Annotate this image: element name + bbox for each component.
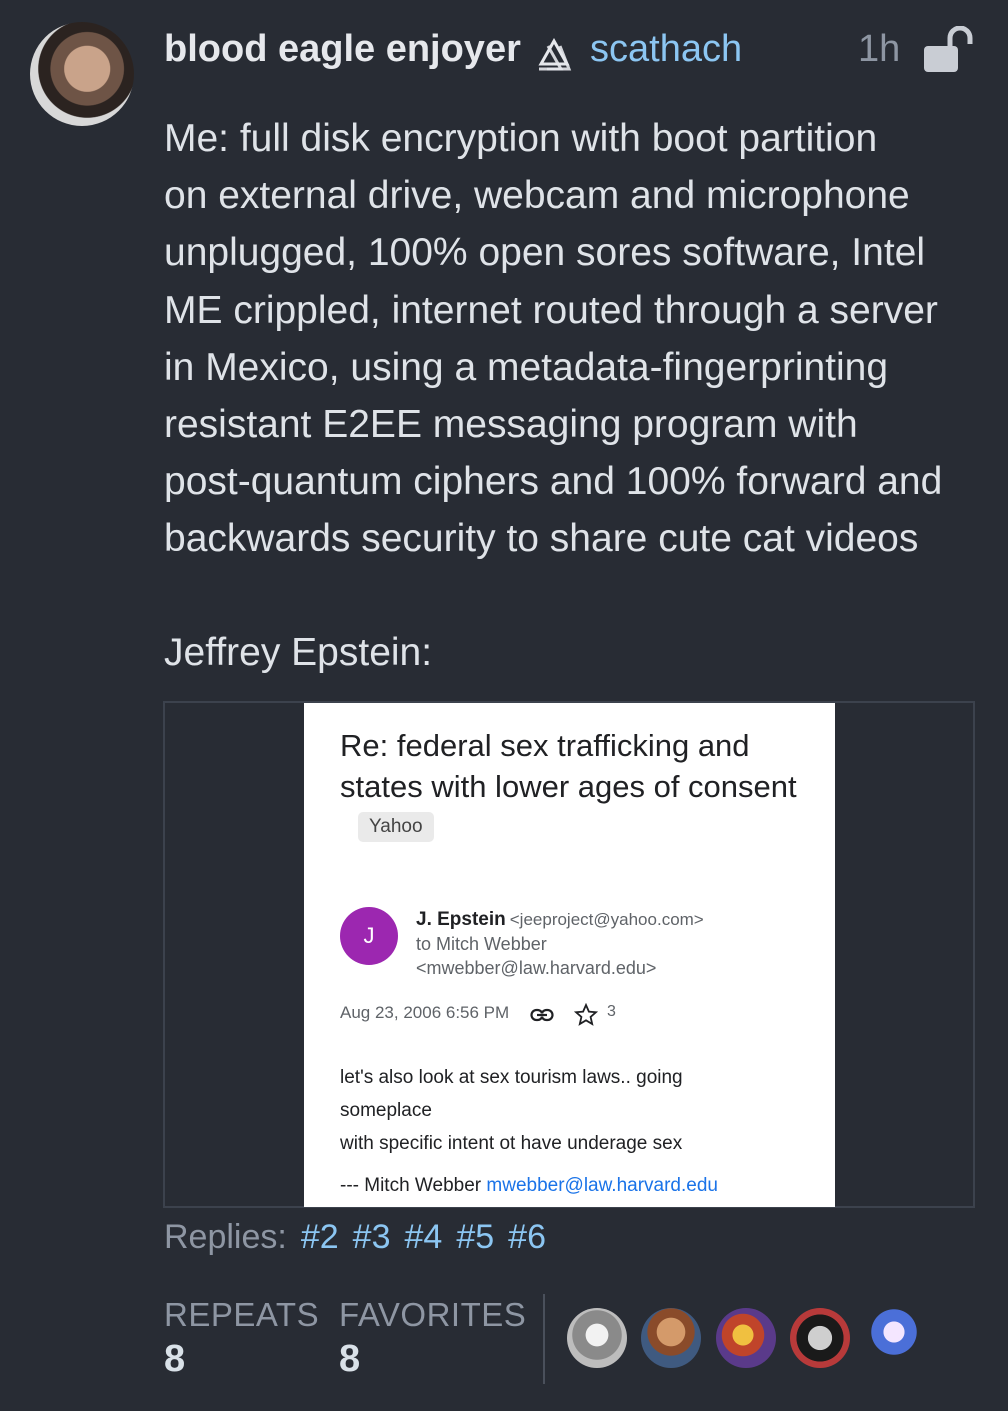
- sender-name: J. Epstein: [416, 909, 506, 930]
- recipient-line: to Mitch Webber: [416, 934, 547, 954]
- reply-link[interactable]: #3: [353, 1218, 391, 1256]
- display-name[interactable]: blood eagle enjoyer: [164, 28, 521, 71]
- repeats-label: REPEATS: [164, 1296, 320, 1333]
- favorites-label: FAVORITES: [339, 1296, 527, 1333]
- link-icon: [530, 1008, 554, 1022]
- favorites-count: 8: [339, 1338, 361, 1380]
- post-time[interactable]: 1h: [858, 28, 900, 71]
- replies-label: Replies:: [164, 1218, 287, 1256]
- post-text-continued: Jeffrey Epstein:: [164, 631, 433, 674]
- sender-email: <jeeproject@yahoo.com>: [509, 910, 704, 929]
- email-body-line: someplace: [340, 1100, 432, 1121]
- repeats-count: 8: [164, 1338, 186, 1380]
- recipient-email: <mwebber@law.harvard.edu>: [416, 958, 657, 978]
- favoriter-avatar[interactable]: [790, 1308, 850, 1368]
- email-subject: Re: federal sex trafficking and states w…: [340, 725, 810, 848]
- sender-avatar: J: [340, 907, 398, 965]
- signature-name: --- Mitch Webber: [340, 1175, 487, 1196]
- favoriter-avatar[interactable]: [864, 1308, 924, 1368]
- valknut-icon: [538, 38, 572, 71]
- email-body: let's also look at sex tourism laws.. go…: [340, 1061, 810, 1160]
- repeats-stat[interactable]: REPEATS 8: [164, 1296, 319, 1381]
- label-chip: Yahoo: [358, 811, 434, 842]
- favoriter-avatar[interactable]: [641, 1308, 701, 1368]
- reply-link[interactable]: #4: [405, 1218, 443, 1256]
- stats-divider: [543, 1294, 545, 1384]
- favorites-stat[interactable]: FAVORITES 8: [339, 1296, 526, 1381]
- email-subject-text: Re: federal sex trafficking and states w…: [340, 728, 797, 804]
- email-screenshot: Re: federal sex trafficking and states w…: [304, 703, 835, 1207]
- replies-row: Replies: #2 #3 #4 #5 #6: [164, 1218, 546, 1257]
- unlock-icon: [924, 26, 973, 72]
- sender-block: J. Epstein <jeeproject@yahoo.com> to Mitc…: [416, 907, 826, 980]
- reply-link[interactable]: #6: [508, 1218, 546, 1256]
- email-body-line: with specific intent ot have underage se…: [340, 1133, 683, 1154]
- reply-link[interactable]: #2: [301, 1218, 339, 1256]
- star-icon: [574, 1003, 598, 1026]
- post-text: Me: full disk encryption with boot parti…: [164, 117, 943, 561]
- email-date: Aug 23, 2006 6:56 PM: [340, 1003, 510, 1022]
- favoriter-avatar[interactable]: [716, 1308, 776, 1368]
- email-body-line: let's also look at sex tourism laws.. go…: [340, 1067, 683, 1088]
- star-count: 3: [607, 1003, 616, 1020]
- signature-email-link: mwebber@law.harvard.edu: [486, 1175, 718, 1196]
- email-signature: --- Mitch Webber mwebber@law.harvard.edu: [340, 1175, 820, 1197]
- favoriter-avatar[interactable]: [567, 1308, 627, 1368]
- post-header: blood eagle enjoyer scathach 1h: [164, 24, 984, 76]
- author-handle[interactable]: scathach: [590, 28, 742, 71]
- author-avatar[interactable]: [30, 22, 134, 126]
- reply-link[interactable]: #5: [456, 1218, 494, 1256]
